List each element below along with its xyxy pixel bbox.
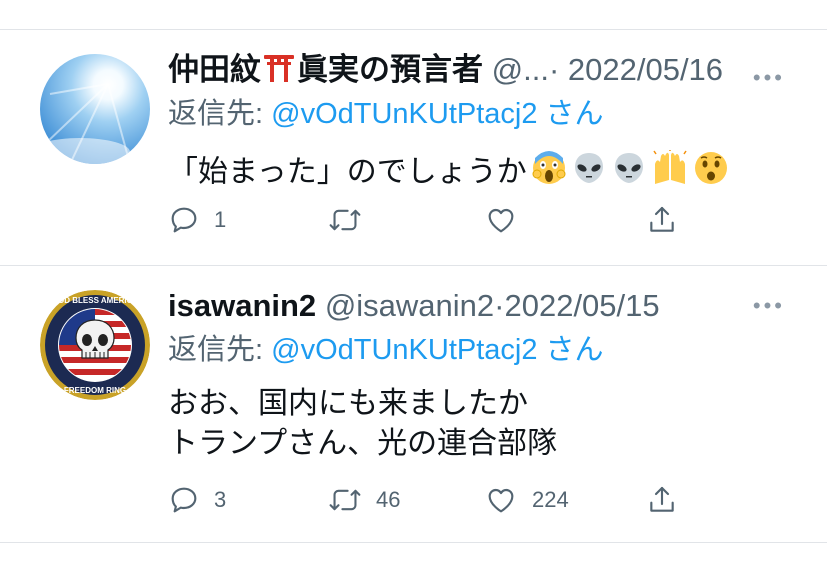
retweet-button[interactable] xyxy=(328,200,376,240)
tweet-actions: 3 46 224 xyxy=(168,480,688,520)
more-options-button[interactable]: ••• xyxy=(753,67,785,89)
tweet-2[interactable]: GOD BLESS AMERICA FREEDOM RING isawanin2… xyxy=(0,266,827,542)
tweet-text-line: 「始まった」のでしょうか xyxy=(168,155,527,189)
tweet-text-line: トランプさん、光の連合部隊 xyxy=(168,427,558,460)
tweet-date[interactable]: 2022/05/15 xyxy=(504,288,659,323)
sky-sun-avatar-image xyxy=(40,54,150,164)
reply-icon xyxy=(171,487,197,513)
display-name-suffix[interactable]: 眞実の預言者 xyxy=(297,52,483,87)
reply-context: 返信先: @vOdTUnKUtPtacj2 さん xyxy=(168,96,604,132)
share-button[interactable] xyxy=(646,200,678,240)
reply-context: 返信先: @vOdTUnKUtPtacj2 さん xyxy=(168,332,604,368)
avatar[interactable]: GOD BLESS AMERICA FREEDOM RING xyxy=(40,290,150,400)
display-name[interactable]: isawanin2 xyxy=(168,288,316,323)
reply-prefix: 返信先: xyxy=(168,334,272,366)
retweet-count: 46 xyxy=(376,487,401,512)
reply-suffix[interactable]: さん xyxy=(537,334,604,366)
reply-icon xyxy=(171,207,197,233)
reply-count: 1 xyxy=(214,207,227,232)
tweet-1[interactable]: 仲田紋 眞実の預言者 @...· 2022/05/16 ••• 返信先: @vOd… xyxy=(0,30,827,266)
reply-prefix: 返信先: xyxy=(168,98,272,130)
reply-button[interactable]: 1 xyxy=(168,200,226,240)
alien-icon xyxy=(571,150,607,197)
like-button[interactable] xyxy=(484,200,532,240)
user-handle[interactable]: @isawanin2 xyxy=(325,288,494,323)
heart-icon xyxy=(488,208,514,233)
tweet-text-line: おお、国内にも来ましたか xyxy=(168,387,528,420)
heart-icon xyxy=(488,488,514,513)
tweet-text: おお、国内にも来ましたか トランプさん、光の連合部隊 xyxy=(168,384,557,464)
badge-bottom-text: FREEDOM RING xyxy=(64,386,126,395)
tweet-date[interactable]: 2022/05/16 xyxy=(568,52,723,87)
tweet-header: 仲田紋 眞実の預言者 @...· 2022/05/16 xyxy=(168,50,723,92)
user-handle[interactable]: @... xyxy=(492,52,549,87)
astonished-face-icon xyxy=(693,150,729,197)
like-button[interactable]: 224 xyxy=(484,480,569,520)
share-button[interactable] xyxy=(646,480,678,520)
tweet-header: isawanin2 @isawanin2·2022/05/15 xyxy=(168,286,660,326)
separator-dot: · xyxy=(494,288,505,323)
separator-dot: · xyxy=(548,52,560,87)
retweet-icon xyxy=(329,489,361,511)
reply-to-link[interactable]: @vOdTUnKUtPtacj2 xyxy=(271,98,537,130)
alien-icon xyxy=(611,150,647,197)
reply-suffix[interactable]: さん xyxy=(537,98,604,130)
tweet-text: 「始まった」のでしょうか xyxy=(168,148,729,197)
more-options-button[interactable]: ••• xyxy=(753,295,785,317)
retweet-button[interactable]: 46 xyxy=(328,480,400,520)
avatar[interactable] xyxy=(40,54,150,164)
share-icon xyxy=(650,206,674,232)
display-name[interactable]: 仲田紋 xyxy=(168,52,261,87)
skull-flag-badge-image: GOD BLESS AMERICA FREEDOM RING xyxy=(40,290,150,400)
bottom-divider xyxy=(0,542,827,543)
badge-top-text: GOD BLESS AMERICA xyxy=(52,296,139,305)
reply-to-link[interactable]: @vOdTUnKUtPtacj2 xyxy=(271,334,537,366)
screaming-face-icon xyxy=(531,150,567,197)
reply-button[interactable]: 3 xyxy=(168,480,226,520)
like-count: 224 xyxy=(532,487,569,512)
reply-count: 3 xyxy=(214,487,227,512)
retweet-icon xyxy=(329,209,361,231)
share-icon xyxy=(650,486,674,512)
raising-hands-icon xyxy=(651,148,689,197)
torii-gate-icon xyxy=(263,52,295,92)
tweet-actions: 1 xyxy=(168,200,688,240)
